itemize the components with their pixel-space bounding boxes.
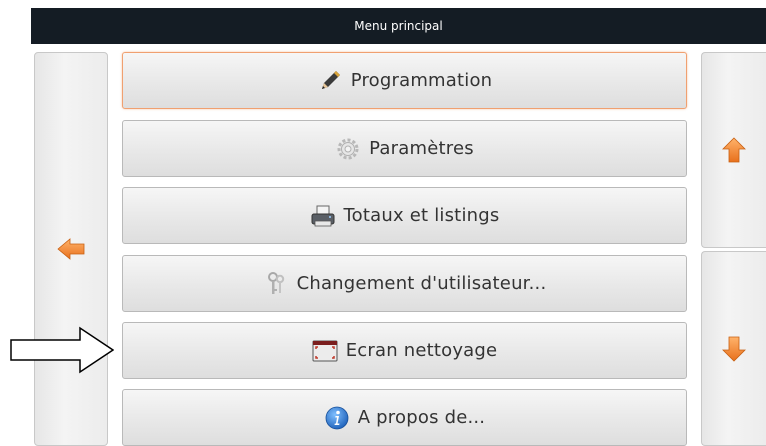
programmation-label: Programmation (350, 70, 493, 91)
arrow-up-icon (722, 137, 746, 163)
back-button[interactable] (34, 52, 108, 446)
scroll-down-button[interactable] (701, 251, 766, 446)
programmation-button[interactable]: Programmation (122, 52, 687, 109)
parametres-label: Paramètres (369, 138, 474, 159)
arrow-down-icon (722, 336, 746, 362)
printer-icon (310, 204, 336, 228)
screen-icon (312, 339, 338, 363)
scroll-up-button[interactable] (701, 52, 766, 248)
ecran-nettoyage-button[interactable]: Ecran nettoyage (122, 322, 687, 379)
changement-utilisateur-button[interactable]: Changement d'utilisateur... (122, 255, 687, 312)
window-title: Menu principal (31, 8, 766, 44)
totaux-listings-label: Totaux et listings (343, 205, 500, 226)
arrow-left-icon (57, 238, 85, 260)
keys-icon (263, 271, 289, 296)
parametres-button[interactable]: Paramètres (122, 120, 687, 177)
pencil-icon (317, 69, 343, 93)
totaux-listings-button[interactable]: Totaux et listings (122, 187, 687, 244)
a-propos-button[interactable]: A propos de... (122, 389, 687, 446)
callout-arrow-icon (10, 326, 114, 374)
gear-icon (335, 137, 361, 161)
ecran-nettoyage-label: Ecran nettoyage (345, 340, 498, 361)
a-propos-label: A propos de... (357, 407, 486, 428)
changement-utilisateur-label: Changement d'utilisateur... (296, 273, 547, 294)
info-icon (324, 406, 350, 430)
